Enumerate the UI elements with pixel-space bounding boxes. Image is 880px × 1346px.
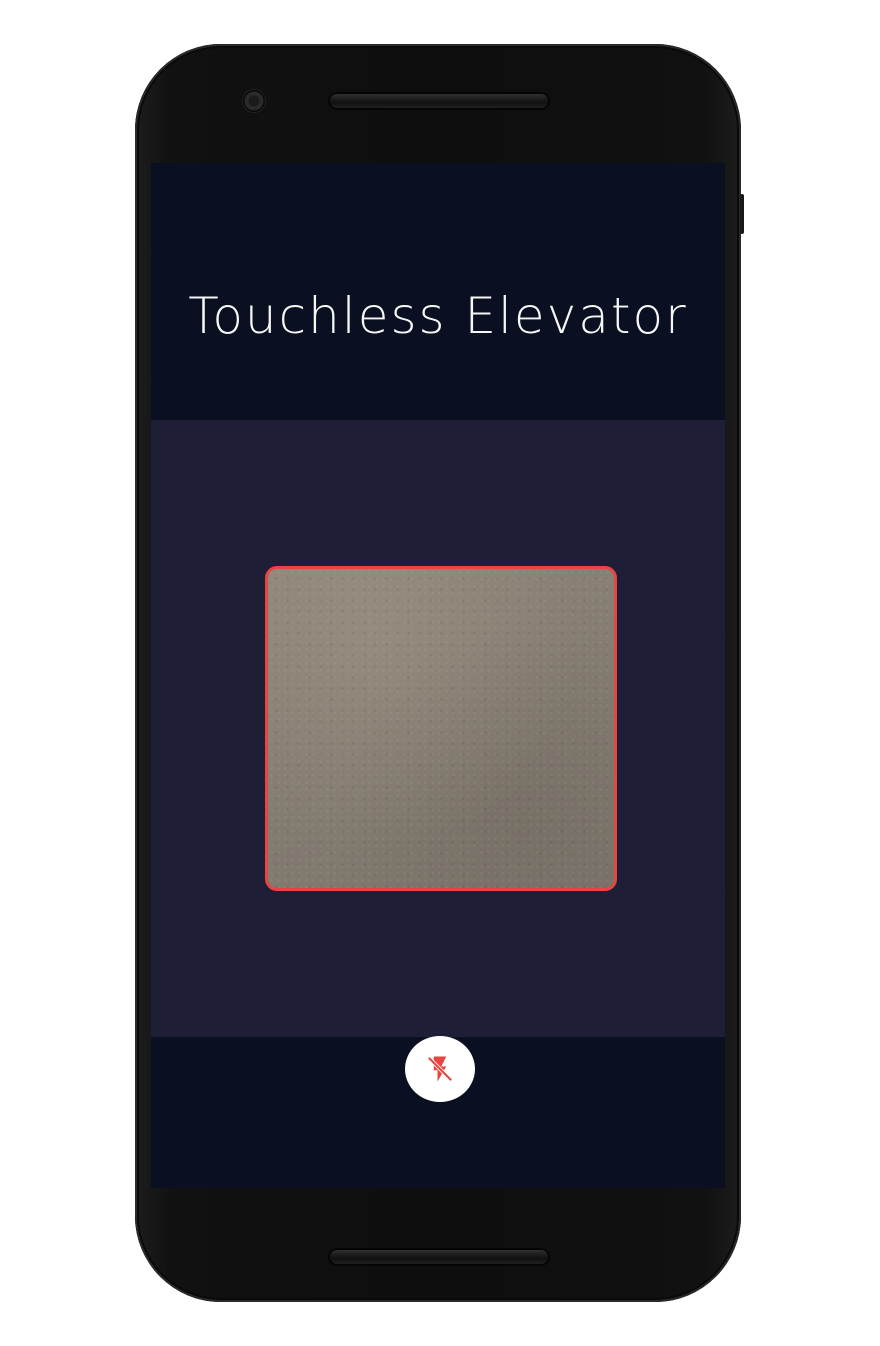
flash-toggle-button[interactable]	[405, 1036, 475, 1102]
app-screen: Touchless Elevator	[151, 163, 725, 1188]
scanner-area	[151, 420, 725, 1037]
front-camera	[243, 90, 265, 112]
bottom-bar	[151, 1036, 725, 1188]
app-header: Touchless Elevator	[151, 163, 725, 420]
flash-off-icon	[425, 1054, 455, 1084]
volume-button	[740, 194, 744, 234]
app-title: Touchless Elevator	[188, 287, 688, 345]
bottom-speaker	[328, 1248, 550, 1266]
phone-frame: Touchless Elevator	[135, 44, 744, 1302]
camera-viewfinder[interactable]	[265, 566, 617, 891]
device-mockup: Touchless Elevator	[0, 0, 880, 1346]
top-speaker	[328, 92, 550, 110]
